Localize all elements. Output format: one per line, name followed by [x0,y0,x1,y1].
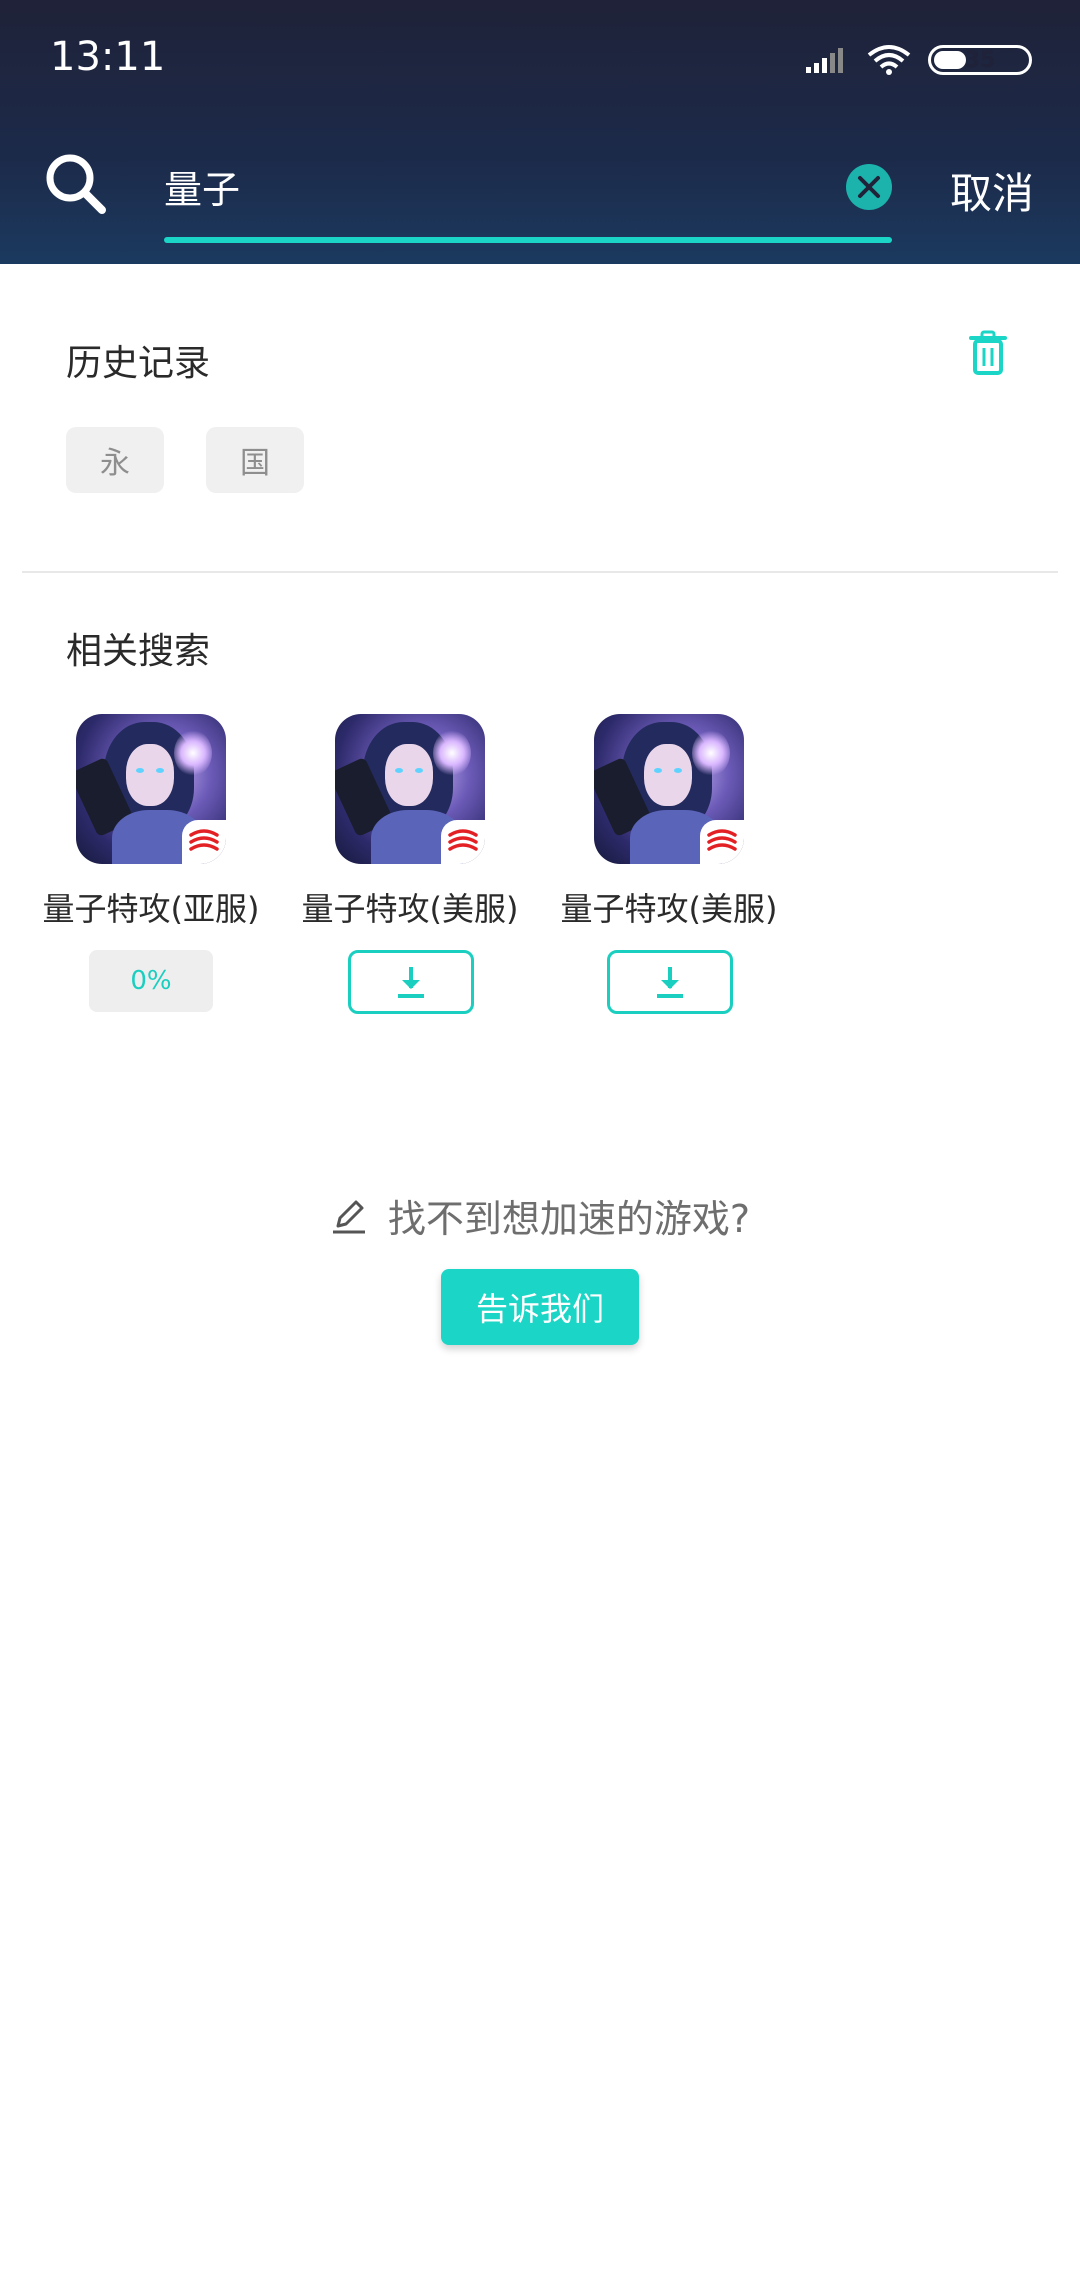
netease-logo-icon [182,820,226,864]
tell-us-button[interactable]: 告诉我们 [441,1269,639,1345]
game-card[interactable]: 量子特攻(美服) [290,712,530,1022]
signal-icon [806,48,843,73]
history-chip[interactable]: 永 [66,427,164,493]
status-time: 13:11 [50,34,166,80]
section-divider [22,571,1058,573]
status-icons: 35 [804,40,1032,80]
search-header: 13:11 35 取消 [0,0,1080,264]
download-icon [398,967,424,998]
game-card[interactable]: 量子特攻(亚服) 0% [31,712,271,1022]
netease-logo-icon [441,820,485,864]
download-button[interactable] [348,950,474,1014]
feedback-row: 找不到想加速的游戏? [0,1188,1080,1243]
search-icon[interactable] [44,152,108,216]
battery-icon: 35 [928,45,1032,75]
cancel-button[interactable]: 取消 [950,160,1034,221]
game-icon[interactable] [335,714,485,864]
trash-icon[interactable] [968,330,1008,376]
game-card[interactable]: 量子特攻(美服) [549,712,789,1022]
feedback-prompt: 找不到想加速的游戏? [387,1197,751,1241]
download-icon [657,967,683,998]
history-title: 历史记录 [66,343,211,384]
download-progress-button[interactable]: 0% [89,950,213,1012]
game-icon[interactable] [76,714,226,864]
search-underline [164,237,892,243]
history-chip[interactable]: 国 [206,427,304,493]
netease-logo-icon [700,820,744,864]
search-input[interactable] [164,150,724,222]
download-button[interactable] [607,950,733,1014]
wifi-icon [867,45,911,75]
game-name: 量子特攻(美服) [560,890,778,928]
close-icon [858,176,880,198]
game-icon[interactable] [594,714,744,864]
pencil-icon [332,1200,365,1233]
game-name: 量子特攻(美服) [301,890,519,928]
clear-search-button[interactable] [846,164,892,210]
game-name: 量子特攻(亚服) [42,890,260,928]
battery-level: 35 [964,47,996,73]
related-title: 相关搜索 [66,631,211,672]
